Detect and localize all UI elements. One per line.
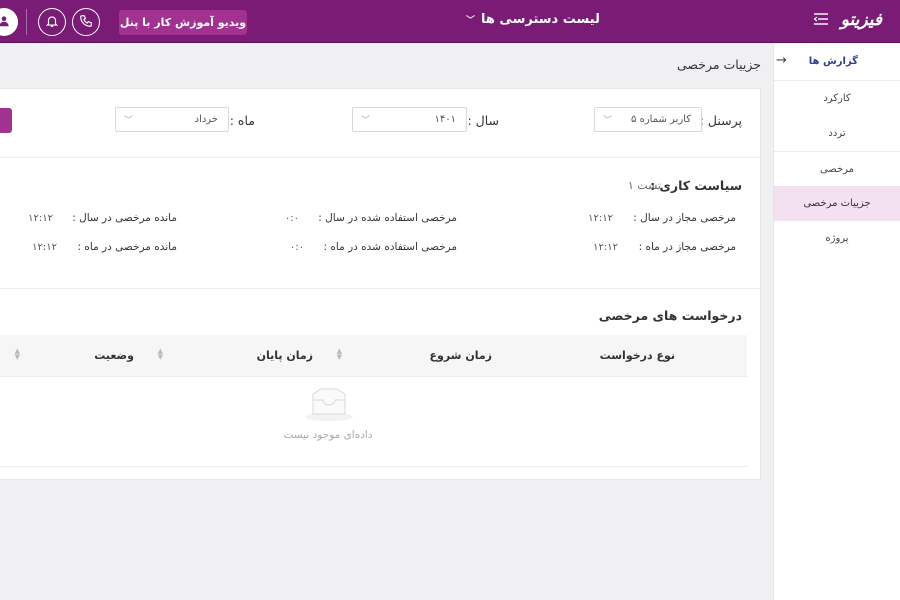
sidebar-title: گزارش ها bbox=[808, 56, 858, 67]
sidebar-header: گزارش ها → bbox=[774, 43, 900, 81]
chevron-down-icon: ﹀ bbox=[466, 16, 476, 26]
remaining-year-label: مانده مرخصی در سال : bbox=[72, 212, 177, 224]
year-label: سال : bbox=[467, 113, 499, 128]
used-year-label: مرخصی استفاده شده در سال : bbox=[318, 212, 457, 224]
video-tutorial-button[interactable]: ویدیو آموزش کار با پنل bbox=[119, 10, 247, 35]
logo[interactable]: فیزیتو bbox=[841, 10, 883, 30]
allowed-month-label: مرخصی مجاز در ماه : bbox=[638, 241, 736, 253]
sidebar-item-traffic[interactable]: تردد bbox=[774, 116, 900, 151]
month-value: خرداد bbox=[194, 114, 218, 125]
access-list-label: لیست دسترسی ها bbox=[481, 12, 600, 27]
notification-button[interactable] bbox=[38, 8, 66, 36]
remaining-month-label: مانده مرخصی در ماه : bbox=[77, 241, 177, 253]
menu-toggle-icon[interactable] bbox=[813, 13, 828, 27]
sort-icon[interactable]: ▲ ▼ bbox=[337, 348, 342, 361]
policy-section: سیاست کاری : تست ۱ مرخصی مجاز در سال : ۱… bbox=[0, 158, 760, 289]
access-list-dropdown[interactable]: لیست دسترسی ها ﹀ bbox=[466, 12, 600, 27]
header-divider bbox=[26, 9, 27, 35]
used-year-value: ۰:۰ bbox=[284, 213, 299, 224]
chevron-down-icon: ﹀ bbox=[603, 116, 613, 126]
avatar[interactable] bbox=[0, 8, 18, 36]
sidebar-item-leave-details[interactable]: جزییات مرخصی bbox=[774, 186, 900, 221]
table-header: نوع درخواست زمان شروع ▲ ▼ زمان پایان ▲ ▼ و… bbox=[0, 335, 747, 377]
personnel-select[interactable]: کاربر شماره ۵ ﹀ bbox=[594, 107, 702, 132]
requests-title: درخواست های مرخصی bbox=[598, 308, 742, 323]
bell-icon bbox=[45, 14, 59, 31]
sidebar-item-leave[interactable]: مرخصی bbox=[774, 151, 900, 186]
column-header-type[interactable]: نوع درخواست bbox=[600, 349, 675, 362]
personnel-value: کاربر شماره ۵ bbox=[631, 114, 691, 125]
page-title: جزییات مرخصی bbox=[676, 57, 761, 72]
year-value: ۱۴۰۱ bbox=[434, 114, 456, 125]
sort-icon[interactable]: ▲ ▼ bbox=[15, 348, 20, 361]
top-bar: فیزیتو لیست دسترسی ها ﹀ ویدیو آموزش کار … bbox=[0, 0, 900, 43]
used-month-label: مرخصی استفاده شده در ماه : bbox=[323, 241, 457, 253]
policy-label: سیاست کاری : bbox=[650, 178, 742, 193]
personnel-label: پرسنل : bbox=[699, 113, 742, 128]
column-header-status[interactable]: وضعیت bbox=[94, 349, 134, 362]
sidebar-item-work[interactable]: کارکرد bbox=[774, 81, 900, 116]
phone-button[interactable] bbox=[72, 8, 100, 36]
remaining-year-value: ۱۲:۱۲ bbox=[28, 213, 53, 224]
user-icon bbox=[0, 14, 11, 31]
filter-bar: پرسنل : کاربر شماره ۵ ﹀ سال : ۱۴۰۱ ﹀ ماه… bbox=[0, 89, 760, 158]
used-month-value: ۰:۰ bbox=[289, 242, 304, 253]
month-select[interactable]: خرداد ﹀ bbox=[115, 107, 229, 132]
year-select[interactable]: ۱۴۰۱ ﹀ bbox=[352, 107, 467, 132]
allowed-year-label: مرخصی مجاز در سال : bbox=[633, 212, 736, 224]
arrow-right-icon[interactable]: → bbox=[776, 53, 787, 68]
main-panel: پرسنل : کاربر شماره ۵ ﹀ سال : ۱۴۰۱ ﹀ ماه… bbox=[0, 88, 761, 480]
sidebar-item-project[interactable]: پروژه bbox=[774, 221, 900, 256]
empty-state: داده‌ای موجود نیست bbox=[0, 378, 747, 467]
empty-state-text: داده‌ای موجود نیست bbox=[283, 429, 373, 441]
remaining-month-value: ۱۲:۱۲ bbox=[32, 242, 57, 253]
sort-icon[interactable]: ▲ ▼ bbox=[158, 348, 163, 361]
column-header-end[interactable]: زمان پایان bbox=[257, 349, 313, 362]
chevron-down-icon: ﹀ bbox=[361, 116, 371, 126]
allowed-year-value: ۱۲:۱۲ bbox=[588, 213, 613, 224]
empty-inbox-icon bbox=[303, 388, 355, 425]
month-label: ماه : bbox=[229, 113, 255, 128]
sidebar: گزارش ها → کارکرد تردد مرخصی جزییات مرخص… bbox=[773, 43, 900, 600]
search-button[interactable] bbox=[0, 108, 12, 133]
column-header-start[interactable]: زمان شروع bbox=[429, 349, 492, 362]
allowed-month-value: ۱۲:۱۲ bbox=[593, 242, 618, 253]
policy-name: تست ۱ bbox=[627, 179, 661, 192]
chevron-down-icon: ﹀ bbox=[124, 116, 134, 126]
phone-icon bbox=[79, 14, 93, 31]
